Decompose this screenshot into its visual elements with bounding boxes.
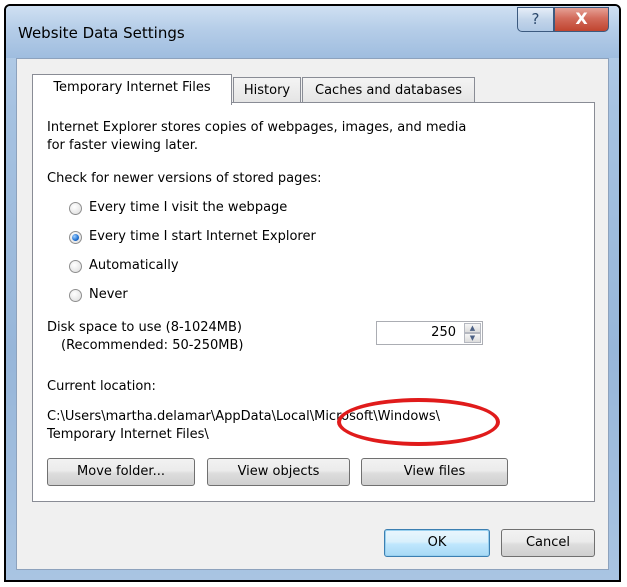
dialog-body: Temporary Internet Files History Caches … [16,58,609,570]
location-path-line-1: C:\Users\martha.delamar\AppData\Local\Mi… [47,409,441,424]
ok-button[interactable]: OK [384,529,490,557]
disk-space-stepper[interactable]: 250 ▲ ▼ [376,321,483,345]
description-line-2: for faster viewing later. [47,138,199,153]
tab-caches-and-databases[interactable]: Caches and databases [302,77,475,105]
title-bar[interactable]: Website Data Settings ? X [6,6,619,58]
view-files-button[interactable]: View files [361,458,508,486]
description-line-1: Internet Explorer stores copies of webpa… [47,120,467,135]
radio-button-selected[interactable] [69,231,82,244]
current-location-label: Current location: [47,379,156,394]
spin-down-icon[interactable]: ▼ [464,333,481,343]
cancel-button[interactable]: Cancel [501,529,595,557]
radio-button[interactable] [69,202,82,215]
dialog-window: Website Data Settings ? X Temporary Inte… [4,4,621,582]
disk-space-value[interactable]: 250 [431,325,456,340]
tab-temporary-internet-files[interactable]: Temporary Internet Files [32,74,232,105]
spin-up-icon[interactable]: ▲ [464,323,481,333]
close-icon: X [575,9,588,28]
radio-button[interactable] [69,289,82,302]
disk-space-recommended-label: (Recommended: 50-250MB) [61,338,244,353]
radio-label[interactable]: Every time I start Internet Explorer [89,229,316,244]
close-button[interactable]: X [554,7,609,32]
location-path-line-2: Temporary Internet Files\ [47,427,209,442]
tab-label: Temporary Internet Files [53,80,211,95]
tab-panel: Internet Explorer stores copies of webpa… [32,102,595,502]
radio-label[interactable]: Every time I visit the webpage [89,200,287,215]
help-button[interactable]: ? [517,7,554,32]
help-icon: ? [531,10,540,28]
tab-label: Caches and databases [315,83,462,98]
radio-label[interactable]: Automatically [89,258,179,273]
window-title: Website Data Settings [18,24,185,42]
check-versions-label: Check for newer versions of stored pages… [47,171,322,186]
tab-history[interactable]: History [233,77,301,105]
disk-space-label: Disk space to use (8-1024MB) [47,320,242,335]
radio-label[interactable]: Never [89,287,128,302]
tab-label: History [243,83,291,98]
radio-button[interactable] [69,260,82,273]
move-folder-button[interactable]: Move folder... [47,458,195,486]
view-objects-button[interactable]: View objects [207,458,350,486]
radio-selected-dot [72,234,79,241]
